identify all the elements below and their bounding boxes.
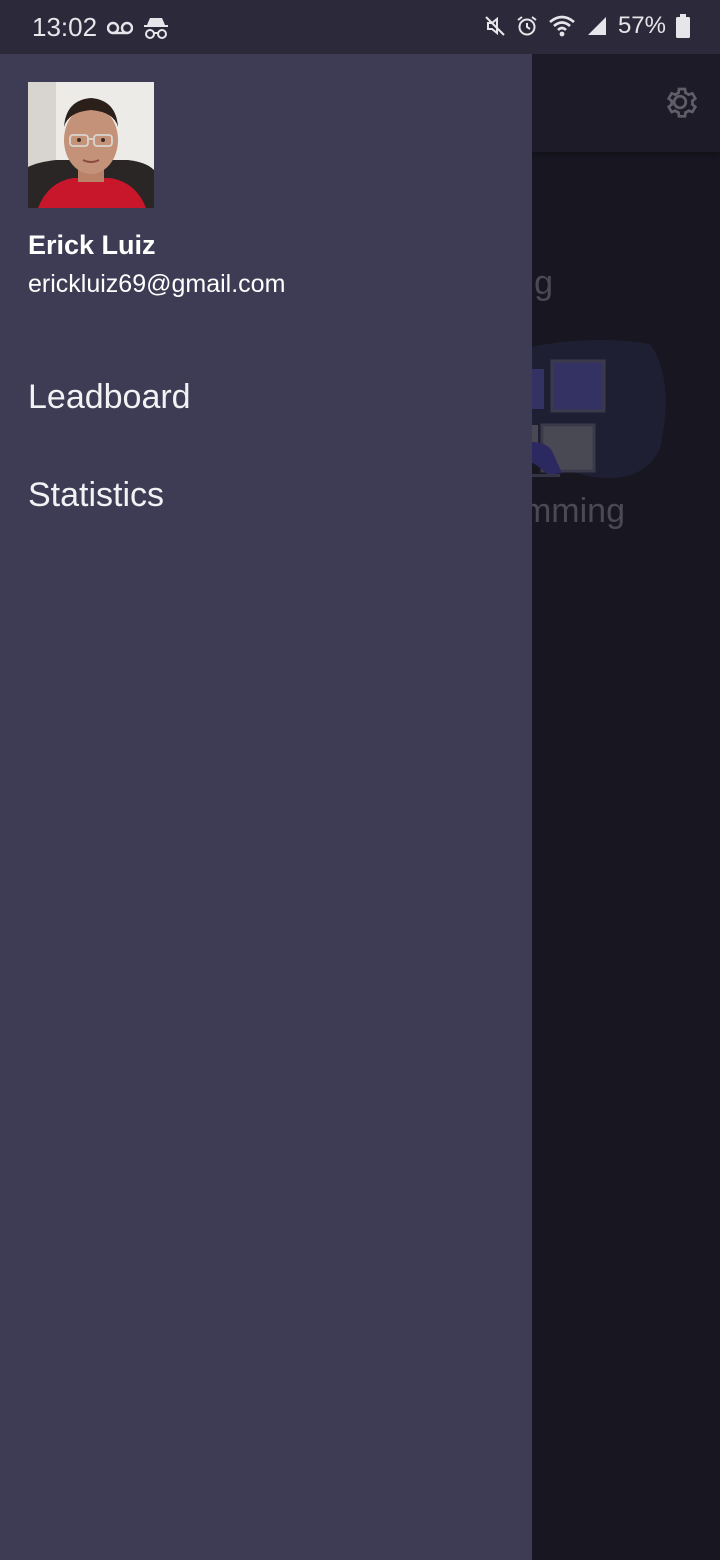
alarm-icon <box>516 15 538 37</box>
user-name: Erick Luiz <box>28 230 156 260</box>
status-right: 57% <box>484 12 690 40</box>
battery-percent: 57% <box>617 12 666 39</box>
menu-item-statistics[interactable]: Statistics <box>0 456 532 536</box>
incognito-icon <box>143 15 169 41</box>
status-time: 13:02 <box>32 12 98 42</box>
status-left: 13:02 <box>32 12 169 43</box>
user-email: erickluiz69@gmail.com <box>28 270 286 298</box>
mute-icon <box>484 15 506 37</box>
navigation-drawer: Erick Luiz erickluiz69@gmail.com Leadboa… <box>0 54 532 1560</box>
menu-item-label: Statistics <box>28 476 165 514</box>
menu-item-leadboard[interactable]: Leadboard <box>0 358 532 438</box>
avatar[interactable] <box>28 82 154 208</box>
status-bar: 13:02 57% <box>0 0 720 54</box>
battery-icon <box>676 14 690 38</box>
voicemail-icon <box>107 20 134 36</box>
menu-item-label: Leadboard <box>28 378 191 416</box>
screen: 13:02 57% g mming Erick Luiz erickluiz69… <box>0 0 720 1560</box>
wifi-icon <box>548 14 576 38</box>
signal-icon <box>586 15 608 37</box>
